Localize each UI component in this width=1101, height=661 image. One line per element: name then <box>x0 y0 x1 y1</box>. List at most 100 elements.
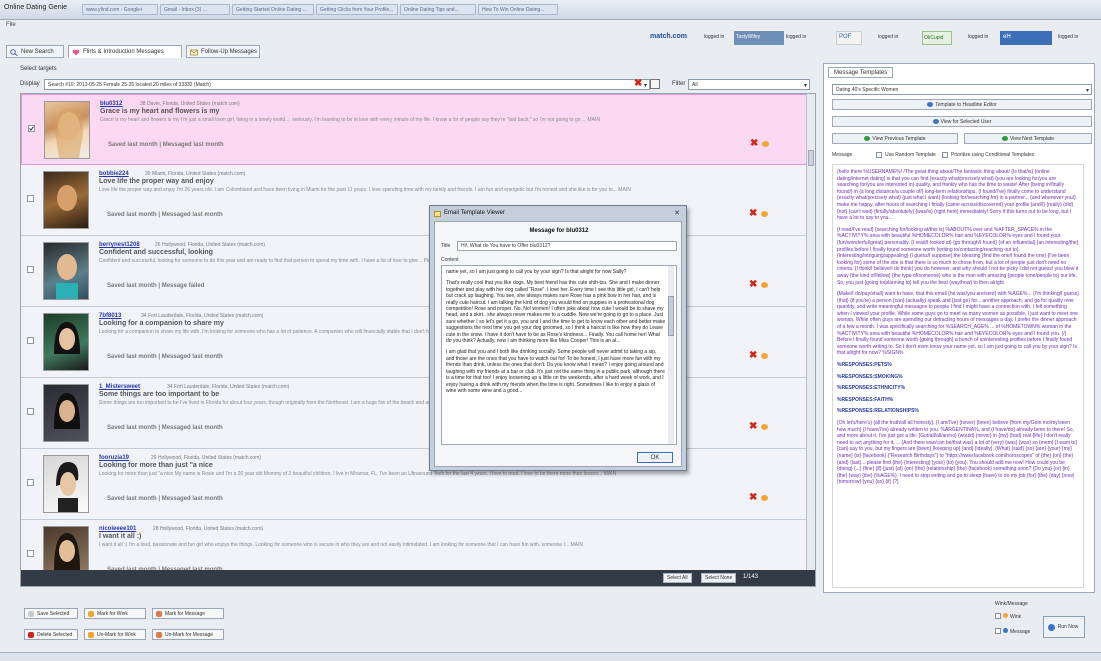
scroll-thumb[interactable] <box>668 296 674 336</box>
random-template-checkbox[interactable] <box>876 152 882 158</box>
send-label: Wink/Message <box>995 601 1028 607</box>
search-select[interactable]: Search #10: 2013-05-25 Female 25-35 loca… <box>44 79 650 90</box>
scroll-thumb[interactable] <box>808 150 814 166</box>
mark-icon[interactable] <box>761 424 768 430</box>
edit-icon[interactable] <box>650 79 660 89</box>
template-headline-button[interactable]: Template to Headline Editor <box>832 99 1092 110</box>
menu-file[interactable]: File <box>6 22 16 28</box>
remove-icon[interactable]: ✖ <box>749 493 757 503</box>
mark-icon[interactable] <box>761 495 768 501</box>
row-checkbox[interactable] <box>27 195 34 202</box>
account-status: logged in <box>878 34 899 40</box>
remove-icon[interactable]: ✖ <box>750 139 758 149</box>
profile-status: Saved last month | Messaged last month <box>107 212 223 218</box>
profile-username[interactable]: fooruzia19 <box>99 455 129 461</box>
ok-button[interactable]: OK <box>637 452 673 463</box>
row-checkbox[interactable] <box>28 125 35 132</box>
profile-meta: 38 Davie, Florida, United States (match.… <box>140 101 240 107</box>
unmark-wink-button[interactable]: Un-Mark for Wink <box>84 629 146 640</box>
row-checkbox[interactable] <box>27 550 34 557</box>
profile-username[interactable]: nicoleeee101 <box>99 526 136 532</box>
delete-search-icon[interactable]: ✖ <box>634 79 642 89</box>
filter-select[interactable]: All ▾ <box>688 79 810 90</box>
remove-icon[interactable]: ✖ <box>749 280 757 290</box>
remove-icon[interactable]: ✖ <box>749 209 757 219</box>
select-all-button[interactable]: Select All <box>663 573 692 583</box>
previous-template-button[interactable]: View Previous Template <box>832 133 958 144</box>
delete-selected-button[interactable]: Delete Selected <box>24 629 78 640</box>
unmark-message-button[interactable]: Un-Mark for Message <box>152 629 224 640</box>
list-item[interactable]: blu0312 38 Davie, Florida, United States… <box>21 94 807 165</box>
content-field[interactable]: name yet, so I am just going to call you… <box>441 265 677 445</box>
list-item[interactable]: fooruzia19 26 Hollywood, Florida, United… <box>21 449 807 520</box>
template-paragraph: {I read/I've read} {searching for/lookin… <box>837 226 1079 286</box>
wink-option[interactable]: Wink <box>995 613 1021 620</box>
list-item[interactable]: berrynest1208 26 Hollywood, Florida, Uni… <box>21 236 807 307</box>
message-option[interactable]: Message <box>995 628 1030 635</box>
filter-label: Filter <box>672 81 686 87</box>
row-checkbox[interactable] <box>27 266 34 273</box>
accounts-bar: match.com logged in TastyWifey logged in… <box>650 31 1100 45</box>
profile-meta: 26 Hollywood, Florida, United States (ma… <box>155 242 266 248</box>
status-bar <box>0 652 1101 661</box>
prioritize-label: Prioritize using Conditional Templates <box>951 152 1035 158</box>
row-checkbox[interactable] <box>27 408 34 415</box>
title-field[interactable]: Hi!, What do You have to Offer blu0312? <box>457 241 677 251</box>
profile-username[interactable]: 1_Mistersweet <box>99 384 140 390</box>
account-user[interactable]: TastyWifey <box>734 31 784 45</box>
tab-flirts-introduction[interactable]: Flirts & Introduction Messages <box>68 45 182 58</box>
profile-username[interactable]: blu0312 <box>100 101 122 107</box>
mark-wink-button[interactable]: Mark for Wink <box>84 608 146 619</box>
profile-meta: 26 Hollywood, Florida, United States (ma… <box>151 455 262 461</box>
list-scrollbar[interactable] <box>806 94 815 570</box>
search-icon <box>10 49 18 57</box>
mark-message-button[interactable]: Mark for Message <box>152 608 224 619</box>
template-set-select[interactable]: Dating 40's Specific Women ▾ <box>832 84 1092 95</box>
next-template-button[interactable]: View Next Template <box>964 133 1092 144</box>
run-now-button[interactable]: Run Now <box>1043 616 1085 638</box>
template-editor[interactable]: (hello there %USERNAME%! /The great thin… <box>832 164 1084 588</box>
mark-icon[interactable] <box>761 353 768 359</box>
tab-new-search[interactable]: New Search <box>6 45 64 58</box>
profile-headline: Grace is my heart and flowers is my <box>100 108 220 115</box>
list-item[interactable]: 1_Mistersweet 34 Fort Lauderdale, Florid… <box>21 378 807 449</box>
mark-icon[interactable] <box>761 211 768 217</box>
wink-icon <box>1003 613 1008 618</box>
wink-checkbox[interactable] <box>995 613 1001 619</box>
close-icon[interactable]: ✕ <box>674 209 680 217</box>
browser-tab[interactable]: Getting Clicks from Your Profile... <box>316 4 398 15</box>
message-icon <box>1003 628 1008 633</box>
list-item[interactable]: bobbie224 30 Miami, Florida, United Stat… <box>21 165 807 236</box>
browser-tab[interactable]: Gmail - Inbox (3) ... <box>160 4 230 15</box>
row-checkbox[interactable] <box>27 479 34 486</box>
prioritize-checkbox[interactable] <box>942 152 948 158</box>
mark-icon[interactable] <box>761 282 768 288</box>
profile-body: Looking for more than just "a nice My na… <box>99 471 617 477</box>
profile-username[interactable]: 7bf8013 <box>99 313 121 319</box>
content-scrollbar[interactable] <box>668 266 674 444</box>
remove-icon[interactable]: ✖ <box>749 422 757 432</box>
profile-username[interactable]: berrynest1208 <box>99 242 140 248</box>
mark-icon[interactable] <box>762 141 769 147</box>
browser-tab[interactable]: Online Dating Tips and... <box>400 4 476 15</box>
tab-follow-up[interactable]: Follow-Up Messages <box>186 45 260 58</box>
message-checkbox[interactable] <box>995 628 1001 634</box>
select-none-button[interactable]: Select None <box>701 573 737 583</box>
template-token: %RESPONSES:RELATIONSHIPS% <box>837 408 919 415</box>
browser-tab[interactable]: Getting Started Online Dating ... <box>232 4 314 15</box>
account-status: logged in <box>968 34 989 40</box>
remove-icon[interactable]: ✖ <box>749 351 757 361</box>
profile-headline: Some things are too important to be <box>99 391 220 398</box>
profile-photo <box>44 101 90 159</box>
profile-meta: 34 Fort Lauderdale, Florida, United Stat… <box>141 313 264 319</box>
row-checkbox[interactable] <box>27 337 34 344</box>
profile-username[interactable]: bobbie224 <box>99 171 129 177</box>
profile-photo <box>43 242 89 300</box>
browser-tab[interactable]: How To Win Online Dating... <box>478 4 558 15</box>
message-templates-panel: Message Templates Dating 40's Specific W… <box>823 63 1095 593</box>
browser-tab[interactable]: www.yfind.com - Google+ <box>82 4 158 15</box>
save-selected-button[interactable]: Save Selected <box>24 608 78 619</box>
tab-message-templates[interactable]: Message Templates <box>828 67 894 78</box>
list-item[interactable]: 7bf8013 34 Fort Lauderdale, Florida, Uni… <box>21 307 807 378</box>
view-selected-user-button[interactable]: View for Selected User <box>832 116 1092 127</box>
